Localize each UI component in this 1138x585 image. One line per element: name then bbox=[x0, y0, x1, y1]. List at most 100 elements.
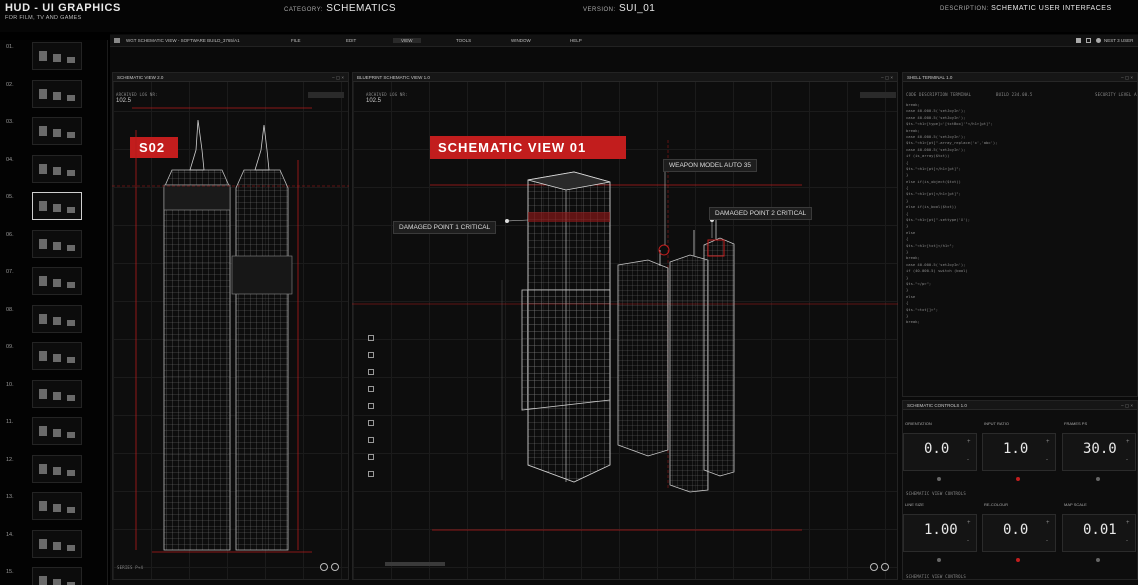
sidebar-item-number: 04. bbox=[6, 156, 14, 163]
sidebar-item-number: 06. bbox=[6, 231, 14, 238]
decrement-icon[interactable]: - bbox=[1046, 457, 1048, 463]
terminal-sub-left: CODE DESCRIPTION TERMINAL bbox=[906, 92, 972, 97]
increment-icon[interactable]: + bbox=[1046, 439, 1050, 445]
menu-item-view[interactable]: VIEW bbox=[393, 38, 421, 43]
sidebar-thumbnail[interactable] bbox=[32, 154, 82, 183]
panel-title: SHELL TERMINAL 1.0 bbox=[907, 75, 953, 80]
increment-icon[interactable]: + bbox=[967, 439, 971, 445]
enable-radio-icon[interactable] bbox=[937, 477, 941, 481]
menu-item-tools[interactable]: TOOLS bbox=[456, 38, 471, 43]
code-line: break; bbox=[906, 319, 920, 325]
increment-icon[interactable]: + bbox=[1046, 520, 1050, 526]
building-wireframe-3d bbox=[352, 140, 898, 531]
user-label[interactable]: NEST 3 USER bbox=[1104, 38, 1133, 43]
enable-radio-icon[interactable] bbox=[1096, 477, 1100, 481]
sidebar-item-number: 01. bbox=[6, 44, 14, 50]
decrement-icon[interactable]: - bbox=[1126, 538, 1128, 544]
version-value: SUI_01 bbox=[618, 3, 656, 14]
window-toggle-icon[interactable] bbox=[1086, 38, 1091, 43]
control-value[interactable]: 0.0 bbox=[1003, 522, 1028, 538]
sidebar-thumbnail[interactable] bbox=[32, 42, 82, 70]
category-key: CATEGORY: bbox=[284, 7, 323, 13]
panel-window-controls[interactable]: – ▢ × bbox=[332, 75, 344, 81]
window-icon bbox=[114, 38, 120, 43]
sidebar-thumbnail[interactable] bbox=[32, 529, 82, 558]
sidebar-item-number: 10. bbox=[6, 381, 14, 388]
control-label: MAP SCALE bbox=[1064, 502, 1087, 507]
enable-radio-icon[interactable] bbox=[1016, 558, 1020, 562]
brand-subtitle: FOR FILM, TV AND GAMES bbox=[5, 15, 82, 21]
sidebar-thumbnail[interactable] bbox=[32, 492, 82, 520]
damaged-point-1-callout: DAMAGED POINT 1 CRITICAL bbox=[393, 221, 497, 234]
sidebar-item-number: 14. bbox=[6, 531, 14, 538]
sidebar-thumbnail[interactable] bbox=[32, 379, 82, 408]
sidebar-thumbnail[interactable] bbox=[32, 304, 82, 333]
control-value[interactable]: 1.0 bbox=[1003, 441, 1028, 457]
sidebar-thumbnail[interactable] bbox=[32, 567, 82, 585]
archived-label: ARCHIVED LOG NR: bbox=[366, 92, 408, 97]
control-value[interactable]: 0.0 bbox=[924, 441, 949, 457]
sidebar-item-number: 09. bbox=[6, 344, 14, 350]
decrement-icon[interactable]: - bbox=[1046, 538, 1048, 544]
panel-header: BLUEPRINT SCHEMATIC VIEW 1.0 – ▢ × bbox=[353, 73, 897, 82]
panel-window-controls[interactable]: – ▢ × bbox=[1121, 403, 1133, 409]
decrement-icon[interactable]: - bbox=[967, 538, 969, 544]
control-value[interactable]: 1.00 bbox=[924, 522, 958, 538]
panel-header: SHELL TERMINAL 1.0 – ▢ × bbox=[903, 73, 1137, 82]
sidebar-thumbnail[interactable] bbox=[32, 267, 82, 295]
schematic-controls-panel: SCHEMATIC CONTROLS 1.0 – ▢ × bbox=[902, 400, 1138, 580]
archived-label: ARCHIVED LOG NR: bbox=[116, 92, 158, 97]
weapon-model-callout: WEAPON MODEL AUTO 35 bbox=[663, 159, 757, 172]
panel-window-controls[interactable]: – ▢ × bbox=[881, 75, 893, 81]
version-key: VERSION: bbox=[583, 7, 616, 13]
increment-icon[interactable]: + bbox=[1126, 439, 1130, 445]
menu-item-help[interactable]: HELP bbox=[570, 38, 582, 43]
menu-item-file[interactable]: FILE bbox=[291, 38, 301, 43]
terminal-code[interactable]: break; case 40.000.5('setJoyIn'); case 40.… bbox=[906, 102, 1134, 392]
terminal-sub-right: SECURITY LEVEL A bbox=[1095, 92, 1137, 97]
panel-window-controls[interactable]: – ▢ × bbox=[1121, 75, 1133, 81]
sidebar-item-number: 15. bbox=[6, 569, 14, 575]
increment-icon[interactable]: + bbox=[967, 520, 971, 526]
brand-title: HUD - UI GRAPHICS bbox=[5, 2, 121, 14]
increment-icon[interactable]: + bbox=[1126, 520, 1130, 526]
sidebar-item-number: 13. bbox=[6, 494, 14, 500]
panel-header: SCHEMATIC VIEW 2.0 – ▢ × bbox=[113, 73, 348, 82]
panel-title: SCHEMATIC CONTROLS 1.0 bbox=[907, 403, 967, 408]
user-icon[interactable] bbox=[1096, 38, 1101, 43]
sidebar-item-number: 12. bbox=[6, 456, 14, 463]
description-value: SCHEMATIC USER INTERFACES bbox=[991, 5, 1112, 12]
control-value[interactable]: 0.01 bbox=[1083, 522, 1117, 538]
sidebar-thumbnail[interactable] bbox=[32, 454, 82, 483]
control-label: FRAMES PS bbox=[1064, 421, 1088, 426]
zoom-in-icon[interactable] bbox=[870, 563, 878, 571]
version-field: VERSION: SUI_01 bbox=[583, 3, 655, 14]
control-label: ORIENTATION bbox=[905, 421, 932, 426]
description-field: DESCRIPTION: SCHEMATIC USER INTERFACES bbox=[940, 5, 1112, 12]
enable-radio-icon[interactable] bbox=[937, 558, 941, 562]
zoom-out-icon[interactable] bbox=[331, 563, 339, 571]
control-value[interactable]: 30.0 bbox=[1083, 441, 1117, 457]
menu-item-window[interactable]: WINDOW bbox=[511, 38, 531, 43]
archived-badge bbox=[860, 92, 896, 98]
sidebar: 01. 02. 03. 04. 05. 06. 07. 08. 09. 10. 11. 12. 13. 1… bbox=[0, 40, 108, 585]
decrement-icon[interactable]: - bbox=[1126, 457, 1128, 463]
sidebar-thumbnail[interactable] bbox=[32, 417, 82, 445]
settings-icon[interactable] bbox=[1076, 38, 1081, 43]
timeline-scrubber[interactable] bbox=[385, 562, 445, 566]
sidebar-thumbnail[interactable] bbox=[32, 342, 82, 370]
enable-radio-icon[interactable] bbox=[1096, 558, 1100, 562]
enable-radio-icon[interactable] bbox=[1016, 477, 1020, 481]
zoom-out-icon[interactable] bbox=[881, 563, 889, 571]
zoom-in-icon[interactable] bbox=[320, 563, 328, 571]
menu-bar bbox=[110, 35, 1138, 47]
sidebar-thumbnail[interactable] bbox=[32, 192, 82, 220]
damaged-point-2-callout: DAMAGED POINT 2 CRITICAL bbox=[709, 207, 813, 220]
sidebar-thumbnail[interactable] bbox=[32, 229, 82, 258]
sidebar-thumbnail[interactable] bbox=[32, 117, 82, 145]
controls-bottom-label: SCHEMATIC VIEW CONTROLS bbox=[906, 574, 966, 579]
sidebar-thumbnail[interactable] bbox=[32, 79, 82, 108]
control-label: LINE SIZE bbox=[905, 502, 924, 507]
decrement-icon[interactable]: - bbox=[967, 457, 969, 463]
menu-item-edit[interactable]: EDIT bbox=[346, 38, 356, 43]
